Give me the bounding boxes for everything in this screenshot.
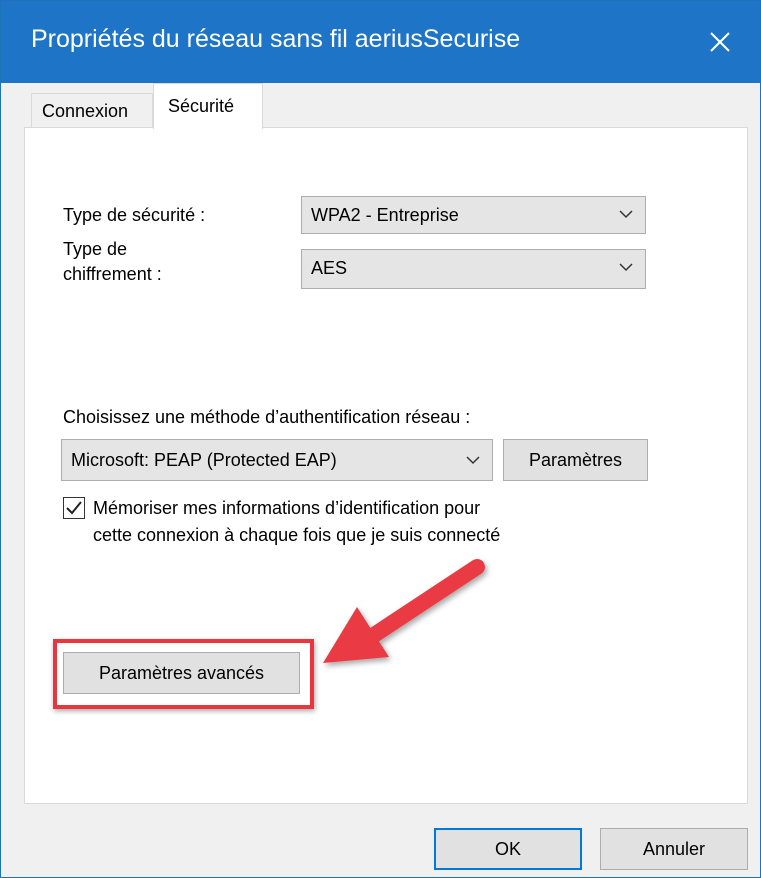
remember-credentials-checkbox[interactable] bbox=[63, 497, 85, 519]
security-type-label: Type de sécurité : bbox=[63, 205, 206, 225]
auth-method-value: Microsoft: PEAP (Protected EAP) bbox=[71, 450, 337, 470]
encryption-type-label-line1: Type de bbox=[63, 239, 128, 259]
chevron-down-icon bbox=[619, 263, 633, 272]
annotation-arrow bbox=[323, 559, 485, 663]
remember-credentials-label-line1: Mémoriser mes informations d’identificat… bbox=[93, 498, 481, 518]
advanced-settings-button[interactable]: Paramètres avancés bbox=[63, 652, 300, 694]
encryption-type-select[interactable]: AES bbox=[301, 249, 646, 289]
tab-connexion[interactable]: Connexion bbox=[31, 93, 153, 128]
encryption-type-value: AES bbox=[311, 258, 348, 278]
auth-method-label: Choisissez une méthode d’authentificatio… bbox=[63, 407, 471, 427]
tab-securite[interactable]: Sécurité bbox=[153, 83, 263, 129]
close-button[interactable] bbox=[680, 1, 760, 83]
security-type-select[interactable]: WPA2 - Entreprise bbox=[301, 196, 646, 234]
close-icon bbox=[710, 32, 730, 52]
auth-method-select[interactable]: Microsoft: PEAP (Protected EAP) bbox=[61, 439, 493, 481]
ok-button[interactable]: OK bbox=[434, 828, 582, 870]
chevron-down-icon bbox=[619, 210, 633, 219]
window-title: Propriétés du réseau sans fil aeriusSecu… bbox=[31, 25, 521, 53]
security-type-value: WPA2 - Entreprise bbox=[311, 205, 459, 225]
encryption-type-label-line2: chiffrement : bbox=[63, 264, 162, 284]
chevron-down-icon bbox=[466, 456, 480, 465]
title-bar[interactable]: Propriétés du réseau sans fil aeriusSecu… bbox=[1, 1, 760, 83]
cancel-button[interactable]: Annuler bbox=[600, 828, 748, 870]
dialog-window: Propriétés du réseau sans fil aeriusSecu… bbox=[0, 0, 761, 878]
checkmark-icon bbox=[66, 501, 82, 515]
auth-settings-button[interactable]: Paramètres bbox=[503, 439, 648, 481]
